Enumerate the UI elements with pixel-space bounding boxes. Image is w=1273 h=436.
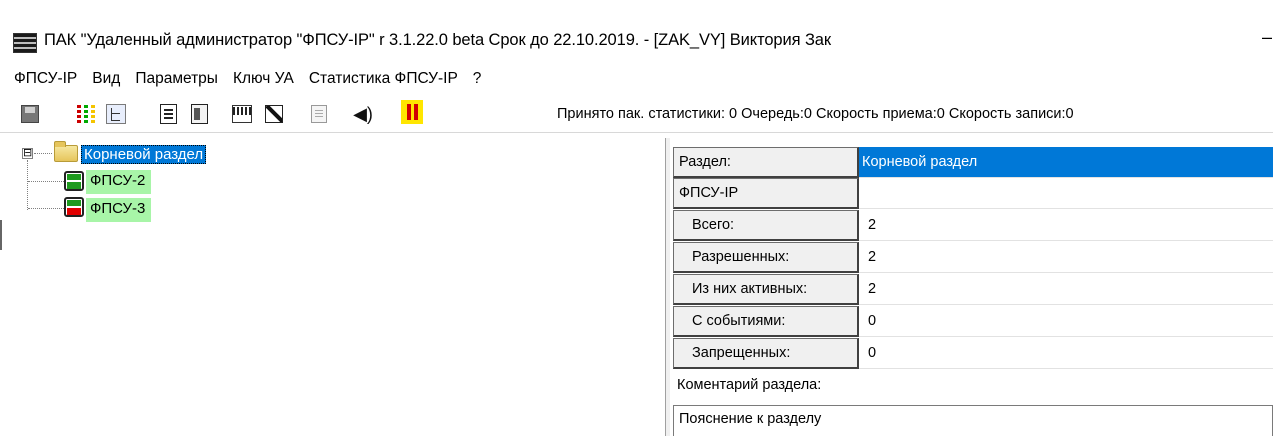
grid-view-icon xyxy=(77,105,95,123)
stop-button[interactable] xyxy=(401,100,423,124)
toolbar-separator xyxy=(217,101,218,127)
folder-icon xyxy=(54,141,78,162)
menu-parameters[interactable]: Параметры xyxy=(135,70,218,88)
device-status-icon xyxy=(64,197,84,217)
toolbar-separator xyxy=(141,101,142,127)
comment-field[interactable]: Пояснение к разделу xyxy=(673,405,1273,436)
property-row-group: ФПСУ-IP xyxy=(673,178,1273,209)
tree-connector xyxy=(34,153,52,154)
property-row-events: С событиями: 0 xyxy=(673,306,1273,337)
server-rack-icon xyxy=(13,33,37,53)
menu-view[interactable]: Вид xyxy=(92,70,120,88)
property-key: Разрешенных: xyxy=(673,242,859,273)
tree-connector xyxy=(28,181,64,182)
property-key: Запрещенных: xyxy=(673,338,859,369)
menu-key-ua[interactable]: Ключ УА xyxy=(233,70,294,88)
property-row-total: Всего: 2 xyxy=(673,210,1273,241)
toolbar-separator xyxy=(388,101,389,127)
property-key: Из них активных: xyxy=(673,274,859,305)
statistics-status: Принято пак. статистики: 0 Очередь:0 Ско… xyxy=(557,106,1074,122)
property-value[interactable]: 2 xyxy=(859,210,1273,241)
property-value[interactable]: 2 xyxy=(859,274,1273,305)
save-icon xyxy=(21,105,39,123)
tree-connector xyxy=(28,208,64,209)
speaker-button[interactable]: ◀︎) xyxy=(352,103,374,125)
window-edge xyxy=(0,220,2,250)
property-value[interactable]: Корневой раздел xyxy=(859,147,1273,178)
document-split-icon xyxy=(190,104,208,124)
property-key: Раздел: xyxy=(673,147,859,178)
tree-connector xyxy=(27,160,28,210)
toolbar-separator xyxy=(56,101,57,127)
comment-label: Коментарий раздела: xyxy=(677,377,822,393)
window-title: ПАК "Удаленный администратор "ФПСУ-IP" r… xyxy=(44,31,832,49)
property-value[interactable] xyxy=(859,178,1273,209)
property-key: ФПСУ-IP xyxy=(673,178,859,209)
property-row-active: Из них активных: 2 xyxy=(673,274,1273,305)
status-indicator-red xyxy=(67,208,81,215)
tree-item-fpsu-3[interactable]: ФПСУ-3 xyxy=(86,198,152,222)
property-row-denied: Запрещенных: 0 xyxy=(673,338,1273,369)
property-value[interactable]: 0 xyxy=(859,338,1273,369)
panel-splitter[interactable] xyxy=(665,138,671,436)
collapse-icon[interactable]: ⊟ xyxy=(22,148,33,159)
document-icon xyxy=(159,104,177,124)
property-value[interactable]: 0 xyxy=(859,306,1273,337)
minimize-button[interactable]: – xyxy=(1262,27,1272,48)
property-row-allowed: Разрешенных: 2 xyxy=(673,242,1273,273)
stop-icon xyxy=(401,100,423,124)
config-button[interactable] xyxy=(231,103,253,125)
tree-view-icon xyxy=(106,104,126,124)
tree-root-item[interactable]: Корневой раздел xyxy=(81,145,207,164)
config-icon xyxy=(232,105,252,123)
menu-statistics[interactable]: Статистика ФПСУ-IP xyxy=(309,70,458,88)
save-button[interactable] xyxy=(19,103,41,125)
toolbar-separator xyxy=(338,101,339,127)
speaker-icon: ◀︎) xyxy=(353,104,373,124)
grid-view-button[interactable] xyxy=(75,103,97,125)
property-key: С событиями: xyxy=(673,306,859,337)
status-indicator-green xyxy=(67,182,81,189)
menu-bar: ФПСУ-IP Вид Параметры Ключ УА Статистика… xyxy=(0,64,1273,94)
document-split-button[interactable] xyxy=(188,103,210,125)
menu-help[interactable]: ? xyxy=(473,70,482,88)
toolbar-separator xyxy=(295,101,296,127)
pad-button[interactable] xyxy=(263,103,285,125)
tree-item-fpsu-2[interactable]: ФПСУ-2 xyxy=(86,170,152,194)
document-button[interactable] xyxy=(157,103,179,125)
property-key: Всего: xyxy=(673,210,859,241)
property-row-section: Раздел: Корневой раздел xyxy=(673,147,1273,178)
pad-icon xyxy=(265,105,283,123)
tree-view-button[interactable] xyxy=(105,103,127,125)
list-icon xyxy=(311,105,327,123)
menu-fpsu-ip[interactable]: ФПСУ-IP xyxy=(14,70,77,88)
device-status-icon xyxy=(64,171,84,191)
property-value[interactable]: 2 xyxy=(859,242,1273,273)
list-button[interactable] xyxy=(308,103,330,125)
